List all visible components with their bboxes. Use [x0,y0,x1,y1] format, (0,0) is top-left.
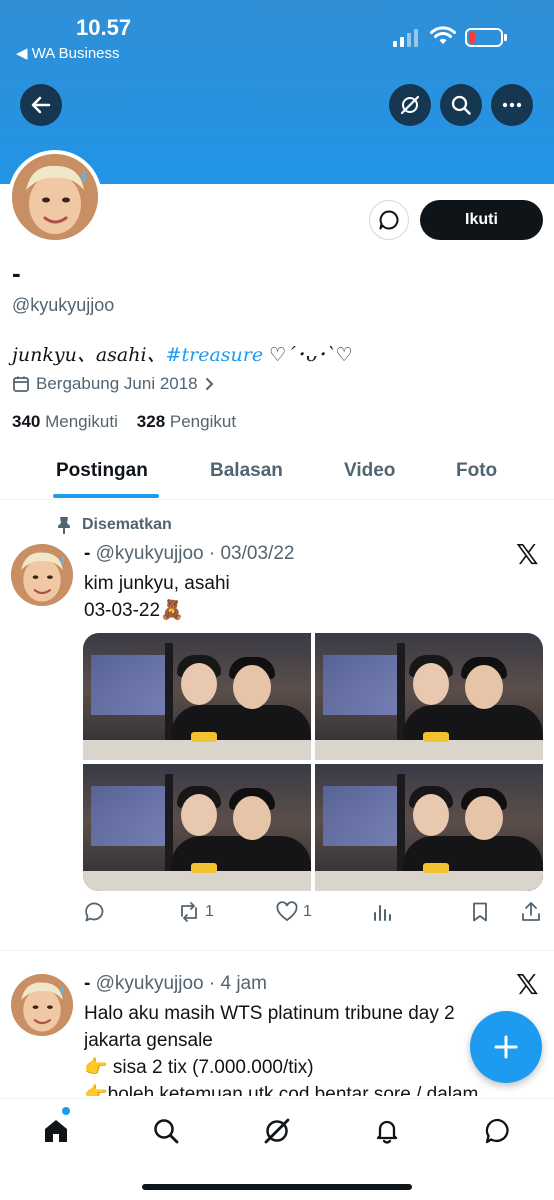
bookmark-icon [473,902,487,922]
bio-hashtag-link[interactable]: #treasure [166,344,264,366]
following-count: 340 [12,412,41,431]
tab-balasan[interactable]: Balasan [210,460,283,482]
post-text-line: 👉boleh ketemuan utk cod bentar sore / da… [84,1084,479,1096]
notification-dot [62,1107,70,1115]
profile-bio: junkyu、asahi、#treasure ♡´･ᴗ･`♡ [12,340,353,367]
bio-emoticon: ♡´･ᴗ･`♡ [263,344,353,366]
more-button[interactable] [491,84,533,126]
x-logo-icon: 𝕏 [516,969,539,1000]
joined-text: Bergabung Juni 2018 [36,374,198,393]
post-photo[interactable] [83,633,311,760]
bio-text: junkyu、asahi、 [12,344,166,366]
profile-avatar[interactable] [8,150,102,244]
following-label: Mengikuti [45,412,118,431]
home-icon [45,1120,67,1142]
post-photo[interactable] [315,633,543,760]
like-button[interactable]: 1 [275,900,312,924]
post-avatar[interactable] [11,544,73,606]
followers-count: 328 [136,412,166,431]
post-text-line: Halo aku masih WTS platinum tribune day … [84,1003,455,1024]
reply-icon [85,902,104,922]
repost-count: 1 [205,903,214,920]
profile-handle: @kyukyujjoo [12,295,115,315]
follow-button[interactable]: Ikuti [420,200,543,240]
back-button[interactable] [20,84,62,126]
plus-icon [494,1035,518,1059]
post-actions: 1 1 [83,900,543,928]
search-icon [154,1119,179,1144]
nav-notifications[interactable] [367,1111,407,1151]
views-button[interactable] [371,900,395,924]
post-header: - @kyukyujjoo · 4 jam [84,973,267,995]
like-count: 1 [303,903,312,920]
share-button[interactable] [519,900,543,924]
avatar-image [12,154,98,240]
post-text-line: 03-03-22🧸 [84,600,184,621]
reply-button[interactable] [83,900,107,924]
nav-search[interactable] [146,1111,186,1151]
display-name: - [12,258,21,288]
post-author-name[interactable]: - [84,543,90,564]
message-button[interactable] [369,200,409,240]
post-divider [0,950,554,951]
arrow-left-icon [31,96,51,114]
compose-button[interactable] [470,1011,542,1083]
chevron-right-icon [205,378,214,390]
heart-icon [276,901,298,922]
tab-foto[interactable]: Foto [456,460,497,482]
following-link[interactable]: 340 Mengikuti [12,412,118,431]
avatar-image [11,544,73,606]
share-icon [522,902,540,921]
pinned-text: Disematkan [82,516,172,533]
nav-messages[interactable] [478,1111,518,1151]
more-icon [502,102,522,108]
post-avatar[interactable] [11,974,73,1036]
pin-icon [58,517,70,534]
repost-button[interactable]: 1 [177,900,214,924]
post-author-name[interactable]: - [84,973,90,994]
tab-postingan[interactable]: Postingan [56,460,148,482]
post-handle-time[interactable]: @kyukyujjoo · 03/03/22 [96,543,295,564]
bookmark-button[interactable] [468,900,492,924]
battery-icon [465,28,507,47]
search-button[interactable] [440,84,482,126]
tab-video[interactable]: Video [344,460,395,482]
joined-date[interactable]: Bergabung Juni 2018 [12,374,216,394]
nav-grok[interactable] [257,1111,297,1151]
post-text-line: kim junkyu, asahi [84,573,230,594]
bell-icon [376,1120,398,1144]
active-tab-indicator [53,494,159,498]
profile-tabs: Postingan Balasan Video Foto [0,448,554,500]
post-photo[interactable] [315,764,543,891]
views-chart-icon [374,905,391,921]
pinned-label: Disematkan [56,516,172,534]
calendar-icon [13,376,29,392]
grok-icon [400,95,420,115]
post-photo[interactable] [83,764,311,891]
message-bubble-icon [379,210,399,230]
message-bubble-icon [485,1118,509,1144]
post-media-grid [83,633,543,891]
nav-home[interactable] [36,1111,76,1151]
followers-label: Pengikut [169,412,237,431]
repost-icon [181,902,197,922]
post-header: - @kyukyujjoo · 03/03/22 [84,543,294,565]
wifi-icon [430,26,456,44]
follow-stats: 340 Mengikuti 328 Pengikut [12,412,236,432]
x-logo-icon: 𝕏 [516,539,539,570]
grok-icon [264,1118,290,1144]
post-text: kim junkyu, asahi 03-03-22🧸 [84,570,230,624]
status-time: 10.57 [76,15,132,40]
signal-icon [393,29,418,47]
avatar-image [11,974,73,1036]
grok-button[interactable] [389,84,431,126]
search-icon [451,95,471,115]
status-bar: 10.57 ◀ WA Business [0,0,554,70]
back-to-app-link[interactable]: ◀ WA Business [16,44,120,62]
home-indicator [142,1184,412,1190]
post-handle-time[interactable]: @kyukyujjoo · 4 jam [96,973,267,994]
followers-link[interactable]: 328 Pengikut [137,412,236,431]
